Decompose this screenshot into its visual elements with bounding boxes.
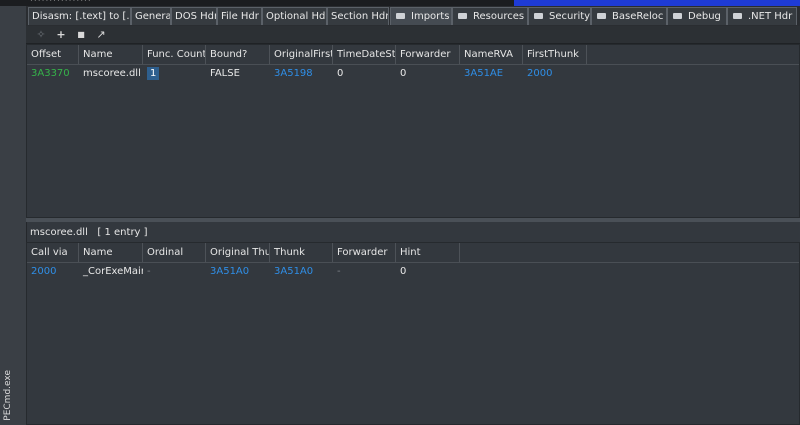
tab-net-hdr[interactable]: .NET Hdr bbox=[727, 7, 797, 25]
cell-original-thunk[interactable]: 3A51A0 bbox=[206, 263, 270, 280]
cell-ordinal[interactable]: - bbox=[143, 263, 206, 280]
column-header-ordinal[interactable]: Ordinal bbox=[143, 243, 206, 262]
column-header-original-first-thunk[interactable]: OriginalFirstThunk bbox=[270, 45, 333, 64]
column-header-offset[interactable]: Offset bbox=[27, 45, 79, 64]
table-header: Offset Name Func. Count Bound? OriginalF… bbox=[27, 45, 799, 65]
tab-label: Imports bbox=[411, 11, 450, 22]
tab-disasm[interactable]: Disasm: [.text] to [.rsrc] bbox=[28, 7, 131, 25]
tab-label: .NET Hdr bbox=[748, 11, 793, 22]
add-icon[interactable]: + bbox=[52, 27, 70, 42]
cell-func-count[interactable]: 1 bbox=[143, 65, 206, 82]
tab-file-hdr[interactable]: File Hdr bbox=[217, 7, 262, 25]
folder-icon bbox=[597, 13, 606, 19]
cell-original-first-thunk[interactable]: 3A5198 bbox=[270, 65, 333, 82]
column-header-thunk[interactable]: Thunk bbox=[270, 243, 333, 262]
folder-icon bbox=[396, 13, 405, 19]
column-header-name[interactable]: Name bbox=[79, 45, 143, 64]
tab-bar: Disasm: [.text] to [.rsrc] General DOS H… bbox=[26, 6, 800, 26]
cell-timedatestamp[interactable]: 0 bbox=[333, 65, 396, 82]
side-panel: PECmd.exe bbox=[0, 6, 27, 425]
functions-table: Call via Name Ordinal Original Thunk Thu… bbox=[26, 242, 800, 425]
vertical-file-title[interactable]: PECmd.exe bbox=[3, 370, 13, 421]
column-header-call-via[interactable]: Call via bbox=[27, 243, 79, 262]
column-header-hint[interactable]: Hint bbox=[396, 243, 460, 262]
library-caption: mscoree.dll [ 1 entry ] bbox=[30, 224, 148, 241]
cell-forwarder[interactable]: 0 bbox=[396, 65, 460, 82]
column-header-bound[interactable]: Bound? bbox=[206, 45, 270, 64]
cell-name[interactable]: _CorExeMain bbox=[79, 263, 143, 280]
table-row[interactable]: 3A3370 mscoree.dll 1 FALSE 3A5198 0 0 3A… bbox=[27, 65, 799, 82]
tab-section-hdrs[interactable]: Section Hdrs bbox=[327, 7, 389, 25]
tab-basereloc[interactable]: BaseReloc bbox=[591, 7, 667, 25]
cell-forwarder[interactable]: - bbox=[333, 263, 396, 280]
tab-optional-hdr[interactable]: Optional Hdr bbox=[262, 7, 327, 25]
edit-icon[interactable]: ↗ bbox=[92, 27, 110, 42]
tab-debug[interactable]: Debug bbox=[667, 7, 727, 25]
column-header-func-count[interactable]: Func. Count bbox=[143, 45, 206, 64]
column-header-forwarder[interactable]: Forwarder bbox=[396, 45, 460, 64]
cell-bound[interactable]: FALSE bbox=[206, 65, 270, 82]
tab-security[interactable]: Security bbox=[528, 7, 591, 25]
column-header-name-rva[interactable]: NameRVA bbox=[460, 45, 523, 64]
column-header-first-thunk[interactable]: FirstThunk bbox=[523, 45, 587, 64]
cell-hint[interactable]: 0 bbox=[396, 263, 460, 280]
entry-count: [ 1 entry ] bbox=[97, 227, 148, 238]
tab-label: Debug bbox=[688, 11, 721, 22]
tab-dos-hdr[interactable]: DOS Hdr bbox=[171, 7, 217, 25]
tab-label: File Hdr bbox=[221, 11, 259, 22]
tab-imports[interactable]: Imports bbox=[390, 7, 452, 25]
tab-resources[interactable]: Resources bbox=[452, 7, 528, 25]
cell-offset[interactable]: 3A3370 bbox=[27, 65, 79, 82]
table-row[interactable]: 2000 _CorExeMain - 3A51A0 3A51A0 - 0 bbox=[27, 263, 799, 280]
table-header: Call via Name Ordinal Original Thunk Thu… bbox=[27, 243, 799, 263]
column-header-forwarder[interactable]: Forwarder bbox=[333, 243, 396, 262]
page-icon[interactable]: ■ bbox=[72, 27, 90, 42]
cell-thunk[interactable]: 3A51A0 bbox=[270, 263, 333, 280]
cell-name-rva[interactable]: 3A51AE bbox=[460, 65, 523, 82]
func-count-value[interactable]: 1 bbox=[147, 67, 160, 80]
tab-label: Section Hdrs bbox=[331, 11, 389, 22]
library-name: mscoree.dll bbox=[30, 227, 88, 238]
tab-label: Disasm: [.text] to [.rsrc] bbox=[32, 11, 130, 22]
tab-label: Security bbox=[549, 11, 591, 22]
tab-label: Optional Hdr bbox=[266, 11, 327, 22]
cell-call-via[interactable]: 2000 bbox=[27, 263, 79, 280]
pane-splitter[interactable] bbox=[26, 218, 800, 222]
tab-label: General bbox=[135, 11, 171, 22]
column-header-name[interactable]: Name bbox=[79, 243, 143, 262]
cell-first-thunk[interactable]: 2000 bbox=[523, 65, 587, 82]
tab-label: BaseReloc bbox=[612, 11, 664, 22]
move-icon[interactable]: ✧ bbox=[32, 27, 50, 42]
tab-label: DOS Hdr bbox=[175, 11, 217, 22]
cell-name[interactable]: mscoree.dll bbox=[79, 65, 143, 82]
folder-icon bbox=[458, 13, 467, 19]
column-header-original-thunk[interactable]: Original Thunk bbox=[206, 243, 270, 262]
column-header-timedatestamp[interactable]: TimeDateStamp bbox=[333, 45, 396, 64]
imports-table: Offset Name Func. Count Bound? OriginalF… bbox=[26, 44, 800, 218]
folder-icon bbox=[733, 13, 742, 19]
folder-icon bbox=[534, 13, 543, 19]
folder-icon bbox=[673, 13, 682, 19]
tab-general[interactable]: General bbox=[131, 7, 171, 25]
tab-label: Resources bbox=[473, 11, 525, 22]
toolbar: ✧ + ■ ↗ bbox=[26, 26, 800, 44]
